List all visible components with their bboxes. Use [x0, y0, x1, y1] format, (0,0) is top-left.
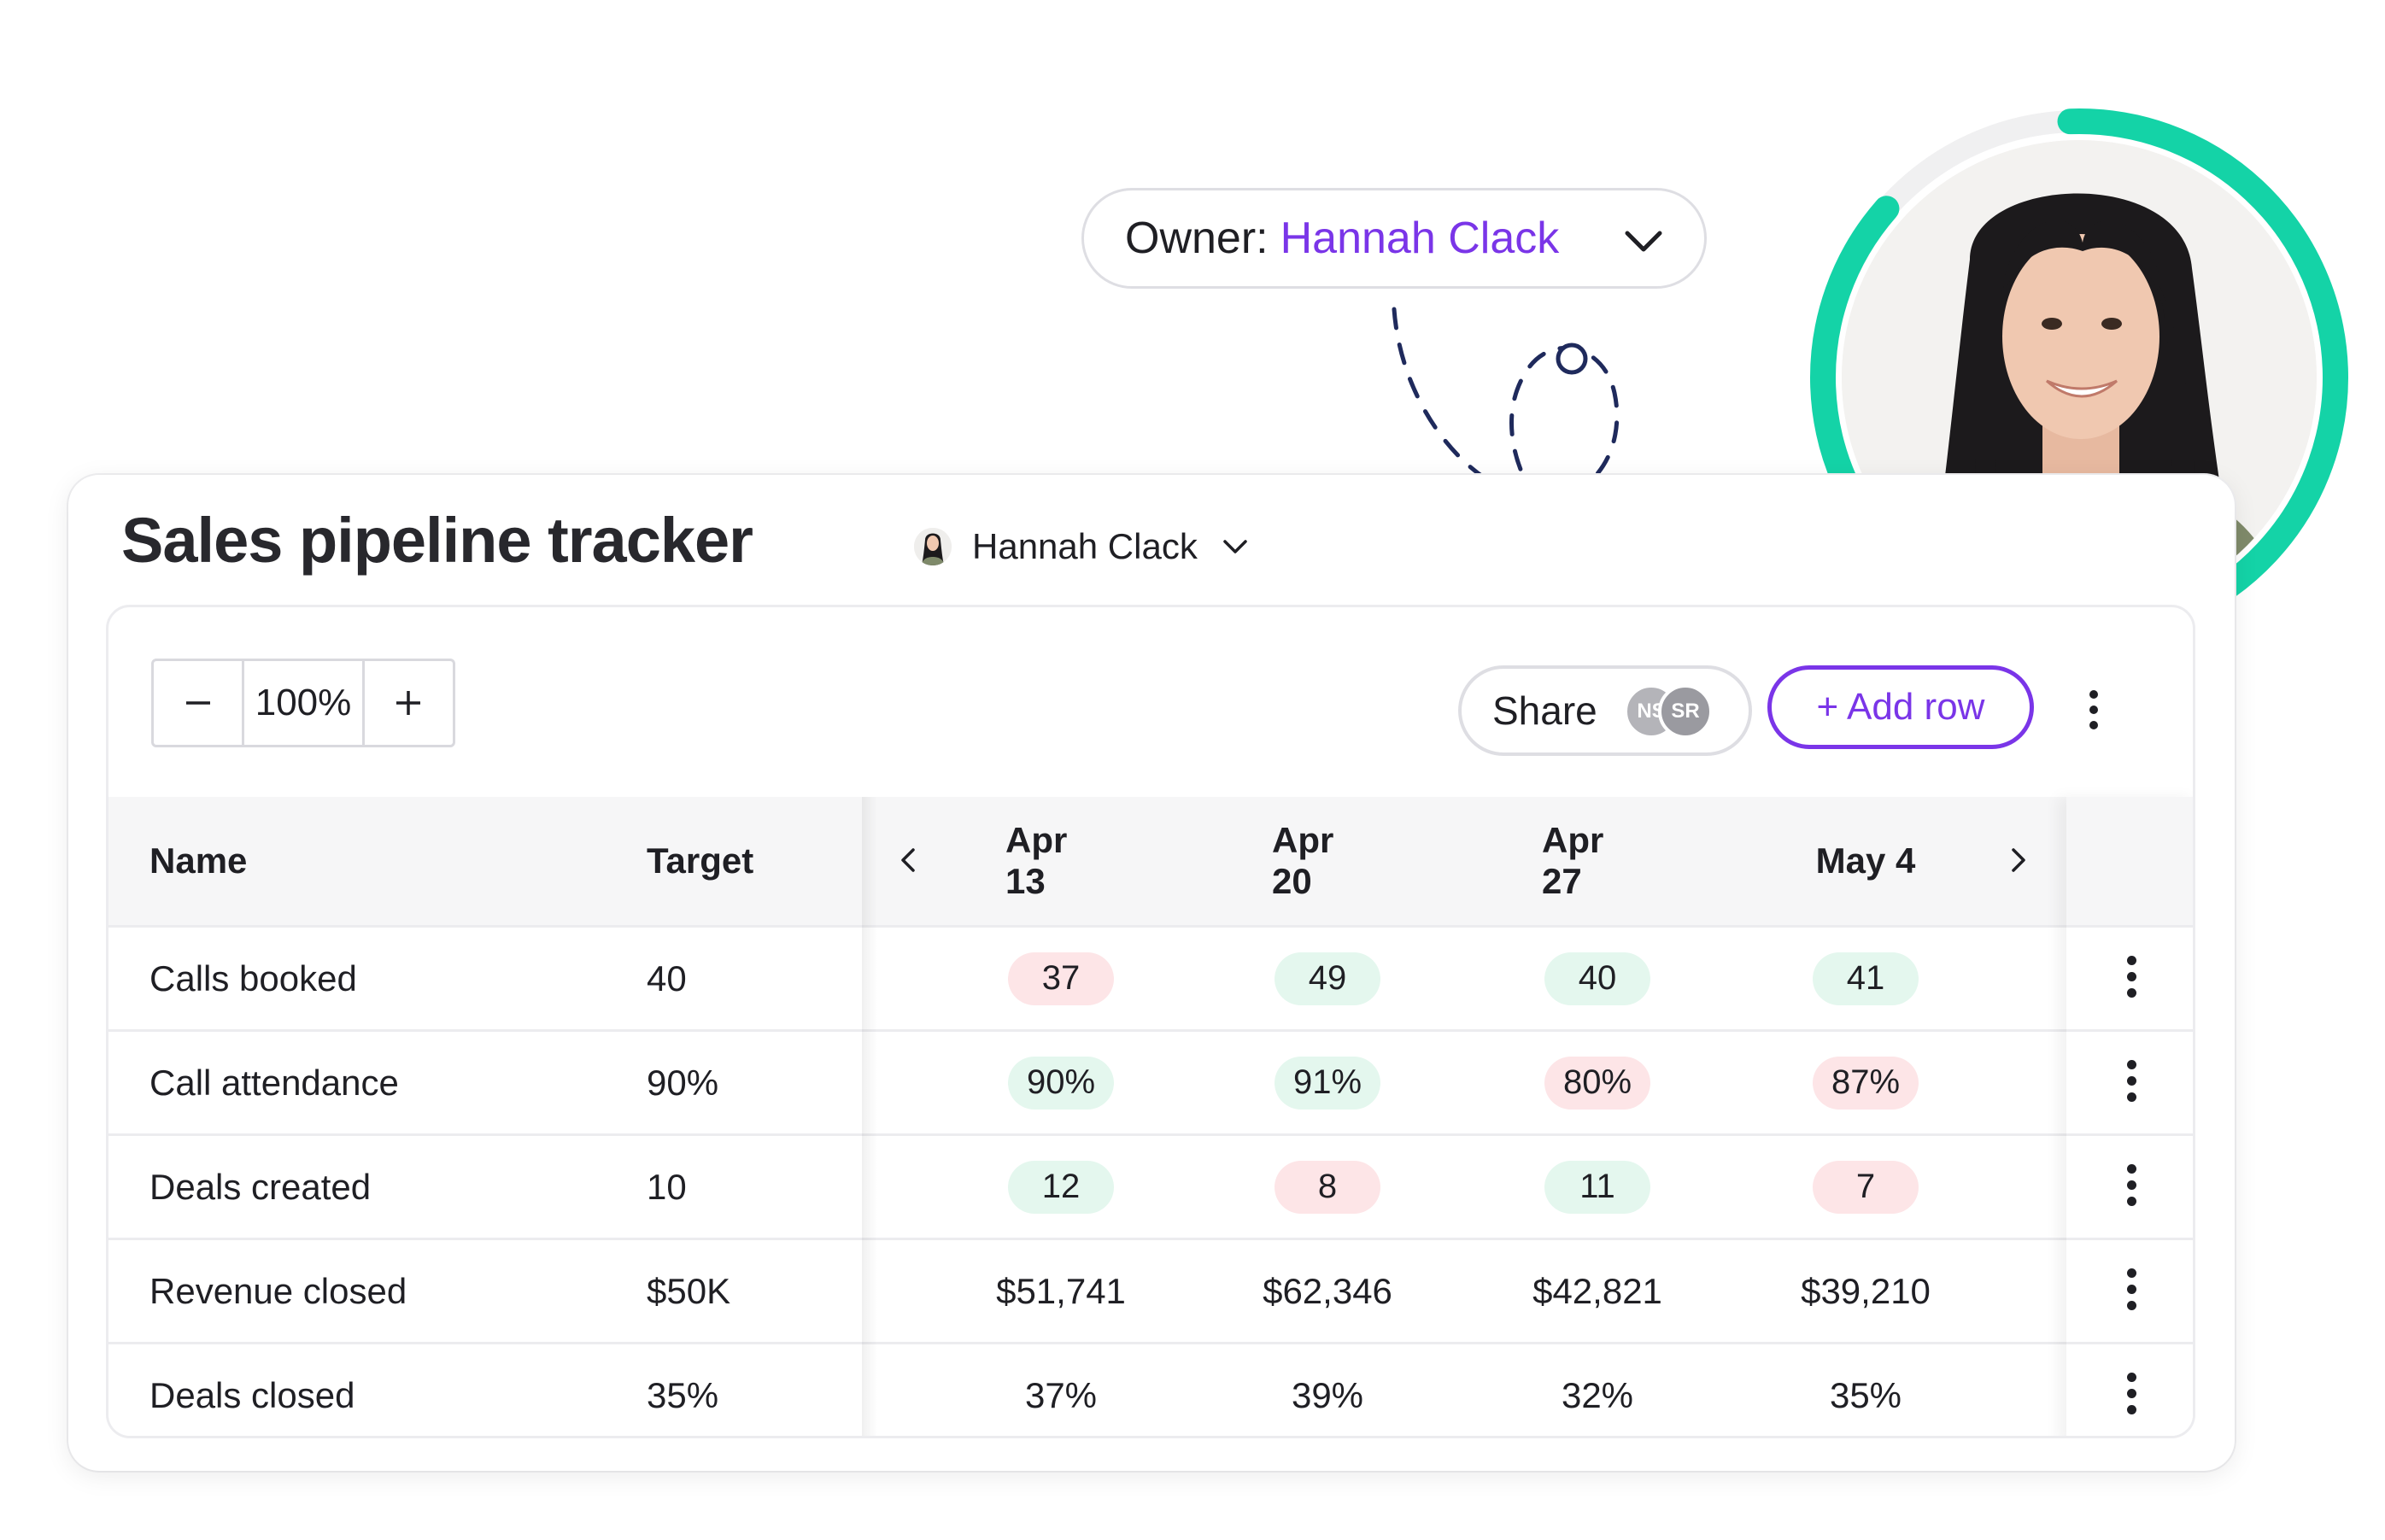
row-more-options-icon[interactable] [2114, 1256, 2148, 1321]
row-target[interactable]: $50K [647, 1240, 730, 1342]
column-header-week[interactable]: May 4 [1810, 797, 1921, 925]
status-badge: 7 [1813, 1160, 1919, 1214]
week-value-cell[interactable]: $39,210 [1801, 1240, 1931, 1342]
row-target[interactable]: 40 [647, 928, 687, 1029]
week-value-cell[interactable]: 37 [1005, 928, 1116, 1029]
table-row[interactable]: Calls booked 40 37 49 40 41 [108, 925, 2193, 1029]
owner-name: Hannah Clack [972, 526, 1198, 566]
week-value-cell[interactable]: 39% [1272, 1344, 1383, 1436]
week-value-cell[interactable]: 40 [1542, 928, 1653, 1029]
owner-filter-dropdown[interactable]: Owner: Hannah Clack [1081, 188, 1707, 289]
week-value-cell[interactable]: 91% [1272, 1032, 1383, 1133]
table-row[interactable]: Call attendance 90% 90% 91% 80% 87% [108, 1029, 2193, 1133]
value-text: 39% [1291, 1374, 1364, 1415]
row-more-options-icon[interactable] [2114, 944, 2148, 1009]
week-value-cell[interactable]: 12 [1005, 1136, 1116, 1238]
shared-users: NS SR [1624, 684, 1726, 739]
avatar [914, 528, 952, 565]
week-value-cell[interactable]: $42,821 [1532, 1240, 1662, 1342]
status-badge: 12 [1008, 1160, 1114, 1214]
value-text: 37% [1024, 1374, 1098, 1415]
chevron-right-icon[interactable] [2001, 841, 2036, 879]
status-badge: 87% [1813, 1056, 1919, 1110]
column-header-target[interactable]: Target [647, 797, 753, 925]
week-value-cell[interactable]: 11 [1542, 1136, 1653, 1238]
avatar: SR [1658, 684, 1713, 739]
week-value-cell[interactable]: 90% [1005, 1032, 1116, 1133]
table-row[interactable]: Deals created 10 12 8 11 7 [108, 1133, 2193, 1238]
row-target[interactable]: 10 [647, 1136, 687, 1238]
table-header: Name Target Apr 13 Apr 20 Apr 27 May 4 [108, 797, 2193, 925]
more-options-icon[interactable] [2077, 676, 2111, 744]
frozen-column-shadow [862, 797, 877, 1436]
row-target[interactable]: 35% [647, 1344, 718, 1436]
week-value-cell[interactable]: 7 [1810, 1136, 1921, 1238]
table-row[interactable]: Revenue closed $50K $51,741 $62,346 $42,821 $… [108, 1238, 2193, 1342]
share-button[interactable]: Share NS SR [1458, 665, 1752, 756]
status-badge: 11 [1544, 1160, 1650, 1214]
row-more-options-icon[interactable] [2114, 1152, 2148, 1217]
week-value-cell[interactable]: 35% [1810, 1344, 1921, 1436]
status-badge: 41 [1813, 952, 1919, 1005]
zoom-in-button[interactable] [365, 661, 453, 745]
row-target[interactable]: 90% [647, 1032, 718, 1133]
status-badge: 37 [1008, 952, 1114, 1005]
row-name: Calls booked [149, 957, 357, 998]
status-badge: 8 [1275, 1160, 1380, 1214]
row-name: Revenue closed [149, 1270, 407, 1311]
value-text: 35% [1829, 1374, 1902, 1415]
column-header-week[interactable]: Apr 20 [1272, 797, 1383, 925]
zoom-out-button[interactable] [154, 661, 242, 745]
plus-icon [396, 691, 421, 715]
row-more-options-icon[interactable] [2114, 1048, 2148, 1113]
table-panel: 100% Share NS SR + Add row Name Target A… [106, 605, 2195, 1438]
owner-filter-value: Hannah Clack [1280, 214, 1560, 263]
week-value-cell[interactable]: 37% [1005, 1344, 1116, 1436]
table-row[interactable]: Deals closed 35% 37% 39% 32% 35% [108, 1342, 2193, 1436]
zoom-level: 100% [242, 661, 365, 745]
column-header-name[interactable]: Name [149, 797, 247, 925]
week-value-cell[interactable]: 87% [1810, 1032, 1921, 1133]
week-value-cell[interactable]: $62,346 [1263, 1240, 1392, 1342]
status-badge: 91% [1275, 1056, 1380, 1110]
status-badge: 40 [1544, 952, 1650, 1005]
row-name: Deals closed [149, 1374, 355, 1415]
add-row-button[interactable]: + Add row [1767, 665, 2034, 749]
value-text: $51,741 [996, 1270, 1126, 1311]
week-value-cell[interactable]: 32% [1542, 1344, 1653, 1436]
column-header-week[interactable]: Apr 27 [1542, 797, 1653, 925]
status-badge: 90% [1008, 1056, 1114, 1110]
value-text: 32% [1561, 1374, 1634, 1415]
week-value-cell[interactable]: 8 [1272, 1136, 1383, 1238]
row-name: Deals created [149, 1166, 372, 1207]
tracker-card: Sales pipeline tracker Hannah Clack 100% [68, 475, 2235, 1471]
row-more-options-icon[interactable] [2114, 1361, 2148, 1426]
chevron-left-icon[interactable] [891, 841, 925, 879]
week-value-cell[interactable]: $51,741 [996, 1240, 1126, 1342]
value-text: $39,210 [1801, 1270, 1931, 1311]
status-badge: 49 [1275, 952, 1380, 1005]
row-actions-column [2066, 797, 2193, 1436]
zoom-control: 100% [151, 659, 455, 747]
user-avatar-icon [914, 528, 952, 565]
page-title: Sales pipeline tracker [121, 505, 753, 576]
share-label: Share [1492, 688, 1597, 733]
week-value-cell[interactable]: 49 [1272, 928, 1383, 1029]
week-value-cell[interactable]: 41 [1810, 928, 1921, 1029]
chevron-down-icon [1223, 540, 1247, 553]
chevron-down-icon [1625, 231, 1662, 252]
status-badge: 80% [1544, 1056, 1650, 1110]
row-name: Call attendance [149, 1062, 399, 1103]
owner-filter-label: Owner: [1125, 214, 1269, 263]
owner-selector[interactable]: Hannah Clack [914, 519, 1249, 574]
value-text: $62,346 [1263, 1270, 1392, 1311]
week-value-cell[interactable]: 80% [1542, 1032, 1653, 1133]
value-text: $42,821 [1532, 1270, 1662, 1311]
minus-icon [185, 701, 210, 705]
column-header-week[interactable]: Apr 13 [1005, 797, 1116, 925]
